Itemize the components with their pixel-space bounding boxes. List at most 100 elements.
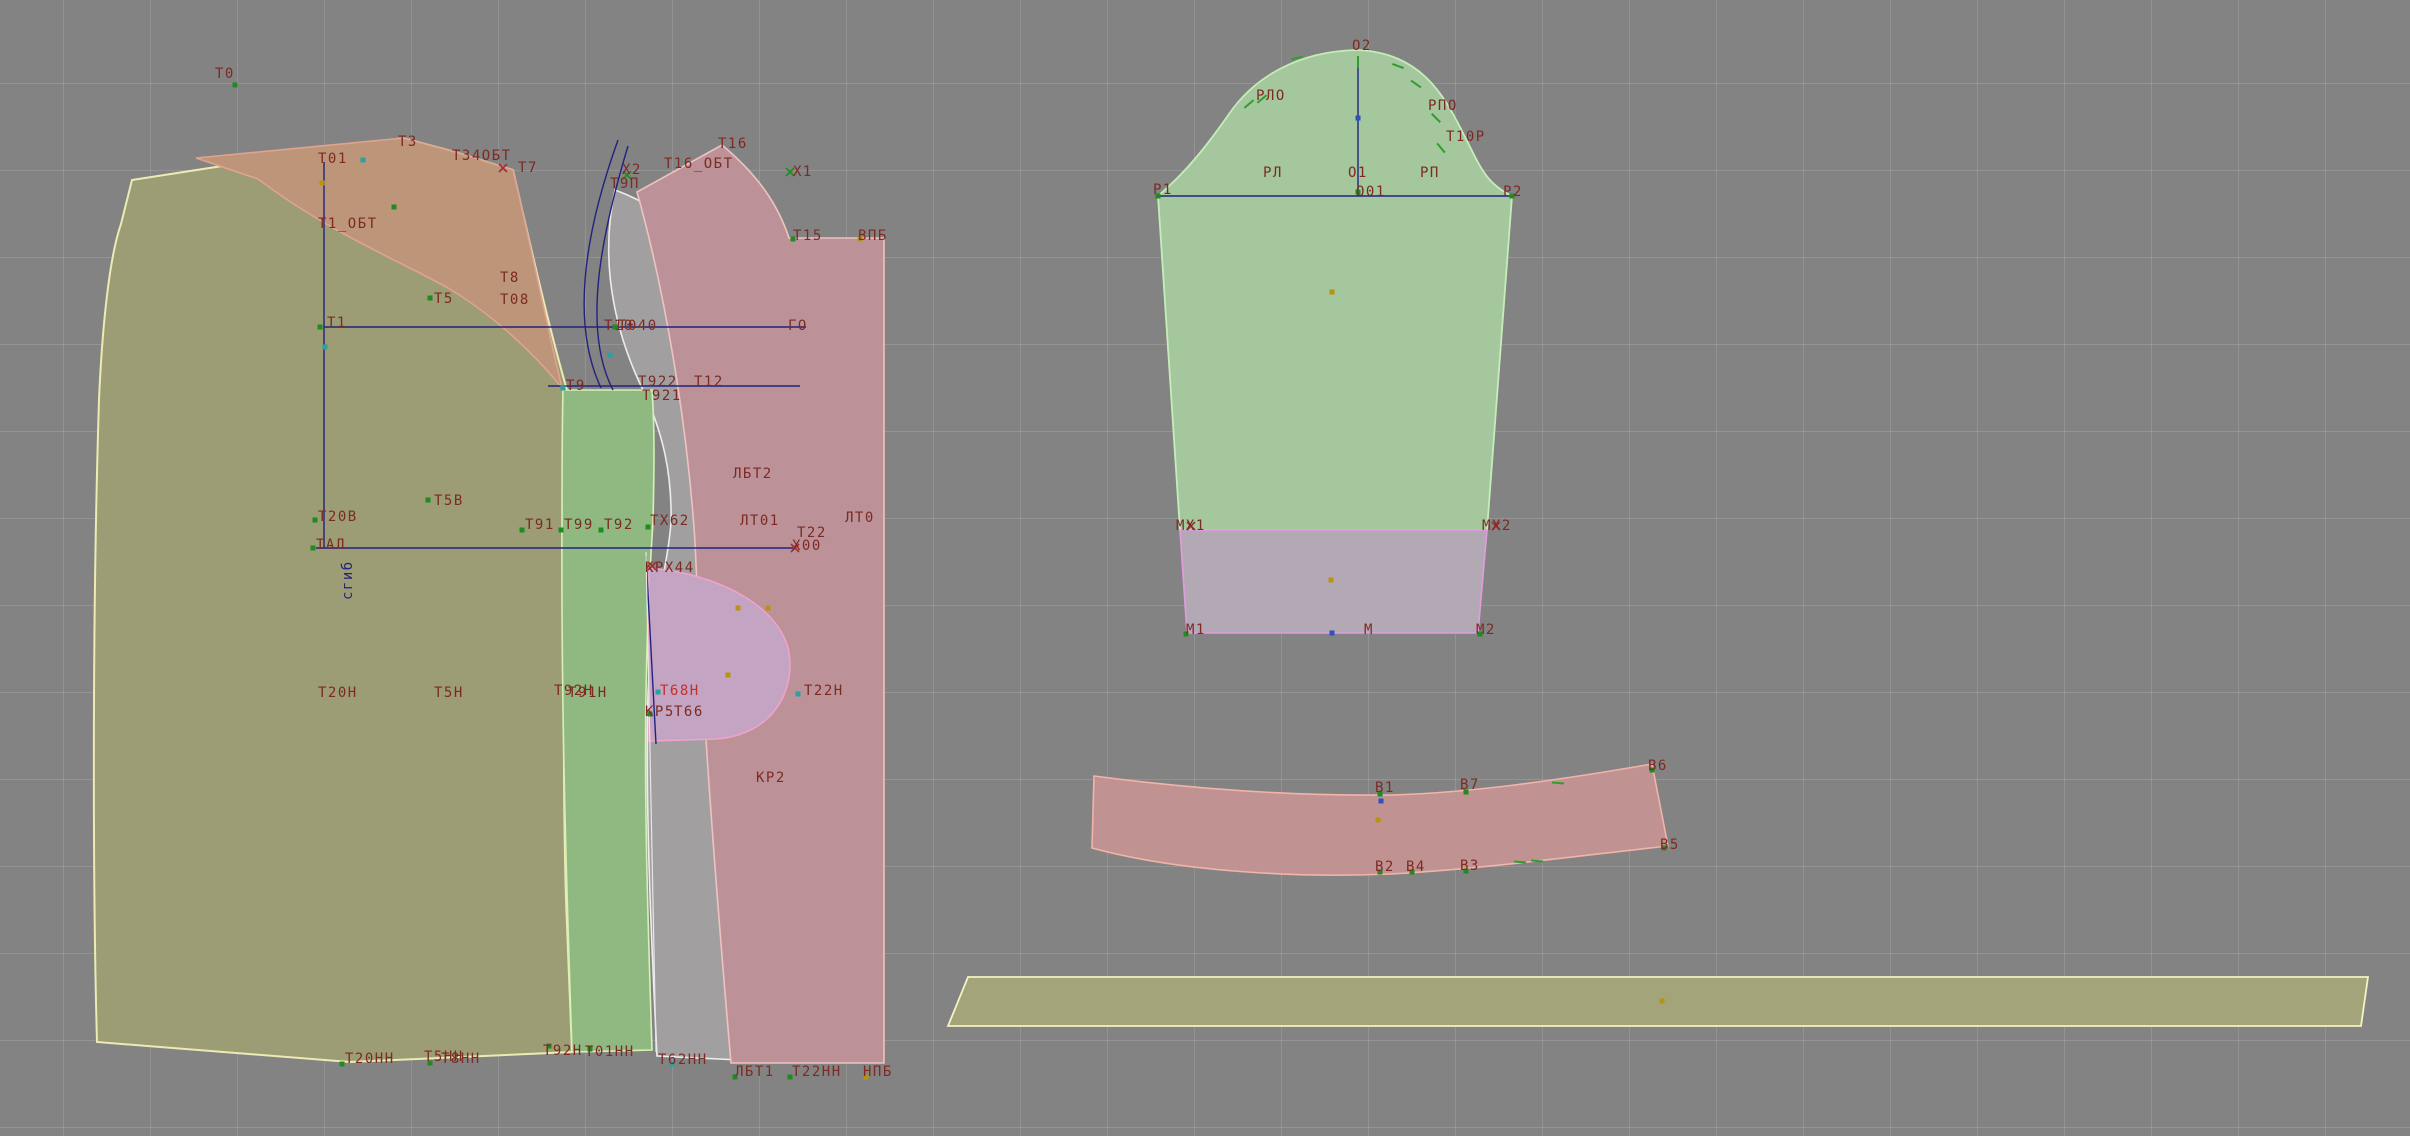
- piece-center-green-panel-piece[interactable]: [562, 390, 654, 1052]
- marker-sq-2[interactable]: [320, 181, 325, 186]
- label-Т1[interactable]: Т1: [327, 315, 347, 331]
- label-Х1[interactable]: Х1: [793, 164, 813, 180]
- label-ЛБТ2[interactable]: ЛБТ2: [733, 466, 773, 482]
- label-ЛТ0[interactable]: ЛТ0: [845, 510, 875, 526]
- label-Т8НН[interactable]: Т8НН: [441, 1051, 481, 1067]
- piece-belt-strip-piece[interactable]: [948, 977, 2368, 1026]
- label-Т20НН[interactable]: Т20НН: [345, 1051, 395, 1067]
- label-Т20В[interactable]: Т20В: [318, 509, 358, 525]
- label-ТАЛ[interactable]: ТАЛ: [316, 537, 346, 553]
- label-М[interactable]: М: [1364, 622, 1374, 638]
- marker-sq-37[interactable]: [1330, 290, 1335, 295]
- label-Т20Н[interactable]: Т20Н: [318, 685, 358, 701]
- marker-sq-6[interactable]: [323, 345, 328, 350]
- label-КРХ44[interactable]: КРХ44: [645, 560, 695, 576]
- label-М2[interactable]: М2: [1476, 622, 1496, 638]
- label-Т5Н[interactable]: Т5Н: [434, 685, 464, 701]
- marker-sq-24[interactable]: [796, 692, 801, 697]
- marker-sq-14[interactable]: [559, 528, 564, 533]
- label-Т01НН[interactable]: Т01НН: [585, 1044, 635, 1060]
- marker-sq-15[interactable]: [599, 528, 604, 533]
- piece-sleeve-piece[interactable]: [1158, 50, 1512, 530]
- marker-sq-36[interactable]: [1356, 116, 1361, 121]
- marker-sq-20[interactable]: [736, 606, 741, 611]
- label-В6[interactable]: В6: [1648, 758, 1668, 774]
- label-Т01[interactable]: Т01: [318, 151, 348, 167]
- marker-sq-39[interactable]: [1330, 631, 1335, 636]
- label-Т040[interactable]: Т040: [618, 318, 658, 334]
- label-МХ2[interactable]: МХ2: [1482, 518, 1512, 534]
- marker-sq-5[interactable]: [318, 325, 323, 330]
- label-ВПБ[interactable]: ВПБ: [858, 228, 888, 244]
- label-Р2[interactable]: Р2: [1503, 184, 1523, 200]
- marker-sq-1[interactable]: [361, 158, 366, 163]
- label-О1[interactable]: О1: [1348, 165, 1368, 181]
- label-ТХ62[interactable]: ТХ62: [650, 513, 690, 529]
- marker-sq-38[interactable]: [1329, 578, 1334, 583]
- label-ЛТ01[interactable]: ЛТ01: [740, 513, 780, 529]
- label-Т9П[interactable]: Т9П: [610, 176, 640, 192]
- pattern-cad-canvas[interactable]: Т0Т01Т3Т34ОБТТ7Т1_ОБТХ2Т9ПТ16_ОБТТ16Х1Т1…: [0, 0, 2410, 1136]
- label-ГО[interactable]: ГО: [788, 318, 808, 334]
- label-Р1[interactable]: Р1: [1153, 182, 1173, 198]
- label-Т62НН[interactable]: Т62НН: [658, 1052, 708, 1068]
- marker-sq-13[interactable]: [520, 528, 525, 533]
- label-Т8[interactable]: Т8: [500, 270, 520, 286]
- label-РПО[interactable]: РПО: [1428, 98, 1458, 114]
- label-РЛО[interactable]: РЛО: [1256, 88, 1286, 104]
- label-Т921[interactable]: Т921: [642, 388, 682, 404]
- label-Т10Р[interactable]: Т10Р: [1446, 129, 1486, 145]
- label-Т16[interactable]: Т16: [718, 136, 748, 152]
- label-сгиб[interactable]: сгиб: [340, 560, 356, 600]
- label-О01[interactable]: О01: [1356, 184, 1386, 200]
- label-МХ1[interactable]: МХ1: [1176, 518, 1206, 534]
- label-Т9[interactable]: Т9: [566, 378, 586, 394]
- label-Т5В[interactable]: Т5В: [434, 493, 464, 509]
- marker-sq-3[interactable]: [392, 205, 397, 210]
- marker-sq-4[interactable]: [428, 296, 433, 301]
- marker-sq-8[interactable]: [608, 353, 613, 358]
- marker-sq-0[interactable]: [233, 83, 238, 88]
- label-Т5[interactable]: Т5: [434, 291, 454, 307]
- marker-sq-51[interactable]: [1660, 999, 1665, 1004]
- marker-sq-9[interactable]: [561, 386, 566, 391]
- label-В1[interactable]: В1: [1375, 780, 1395, 796]
- label-Т91Н[interactable]: Т91Н: [568, 685, 608, 701]
- marker-sq-50[interactable]: [1379, 799, 1384, 804]
- label-О2[interactable]: О2: [1352, 38, 1372, 54]
- label-В3[interactable]: В3: [1460, 858, 1480, 874]
- marker-sq-19[interactable]: [726, 673, 731, 678]
- label-РП[interactable]: РП: [1420, 165, 1440, 181]
- label-Т22НН[interactable]: Т22НН: [792, 1064, 842, 1080]
- label-Т08[interactable]: Т08: [500, 292, 530, 308]
- label-Т68Н[interactable]: Т68Н: [660, 683, 700, 699]
- marker-sq-25[interactable]: [340, 1062, 345, 1067]
- label-КР5[interactable]: КР5: [645, 704, 675, 720]
- label-Т7[interactable]: Т7: [518, 160, 538, 176]
- label-Т15[interactable]: Т15: [793, 228, 823, 244]
- label-Т92[interactable]: Т92: [604, 517, 634, 533]
- label-Т34ОБТ[interactable]: Т34ОБТ: [452, 148, 512, 164]
- marker-tick-68[interactable]: [1514, 861, 1526, 862]
- label-В4[interactable]: В4: [1406, 859, 1426, 875]
- label-В2[interactable]: В2: [1375, 859, 1395, 875]
- label-ЛБТ1[interactable]: ЛБТ1: [735, 1064, 775, 1080]
- label-Т92Н[interactable]: Т92Н: [543, 1043, 583, 1059]
- label-Т91[interactable]: Т91: [525, 517, 555, 533]
- label-Х00[interactable]: Х00: [792, 538, 822, 554]
- label-РЛ[interactable]: РЛ: [1263, 165, 1283, 181]
- label-Т0[interactable]: Т0: [215, 66, 235, 82]
- label-В7[interactable]: В7: [1460, 777, 1480, 793]
- label-Т16_ОБТ[interactable]: Т16_ОБТ: [664, 156, 734, 172]
- label-КР2[interactable]: КР2: [756, 770, 786, 786]
- label-М1[interactable]: М1: [1186, 622, 1206, 638]
- marker-tick-69[interactable]: [1531, 860, 1543, 861]
- label-Т12[interactable]: Т12: [694, 374, 724, 390]
- label-Т3[interactable]: Т3: [398, 134, 418, 150]
- label-НПБ[interactable]: НПБ: [863, 1064, 893, 1080]
- label-Т99[interactable]: Т99: [564, 517, 594, 533]
- label-Т22Н[interactable]: Т22Н: [804, 683, 844, 699]
- label-Т1_ОБТ[interactable]: Т1_ОБТ: [318, 216, 378, 232]
- marker-sq-21[interactable]: [766, 606, 771, 611]
- label-В5[interactable]: В5: [1660, 837, 1680, 853]
